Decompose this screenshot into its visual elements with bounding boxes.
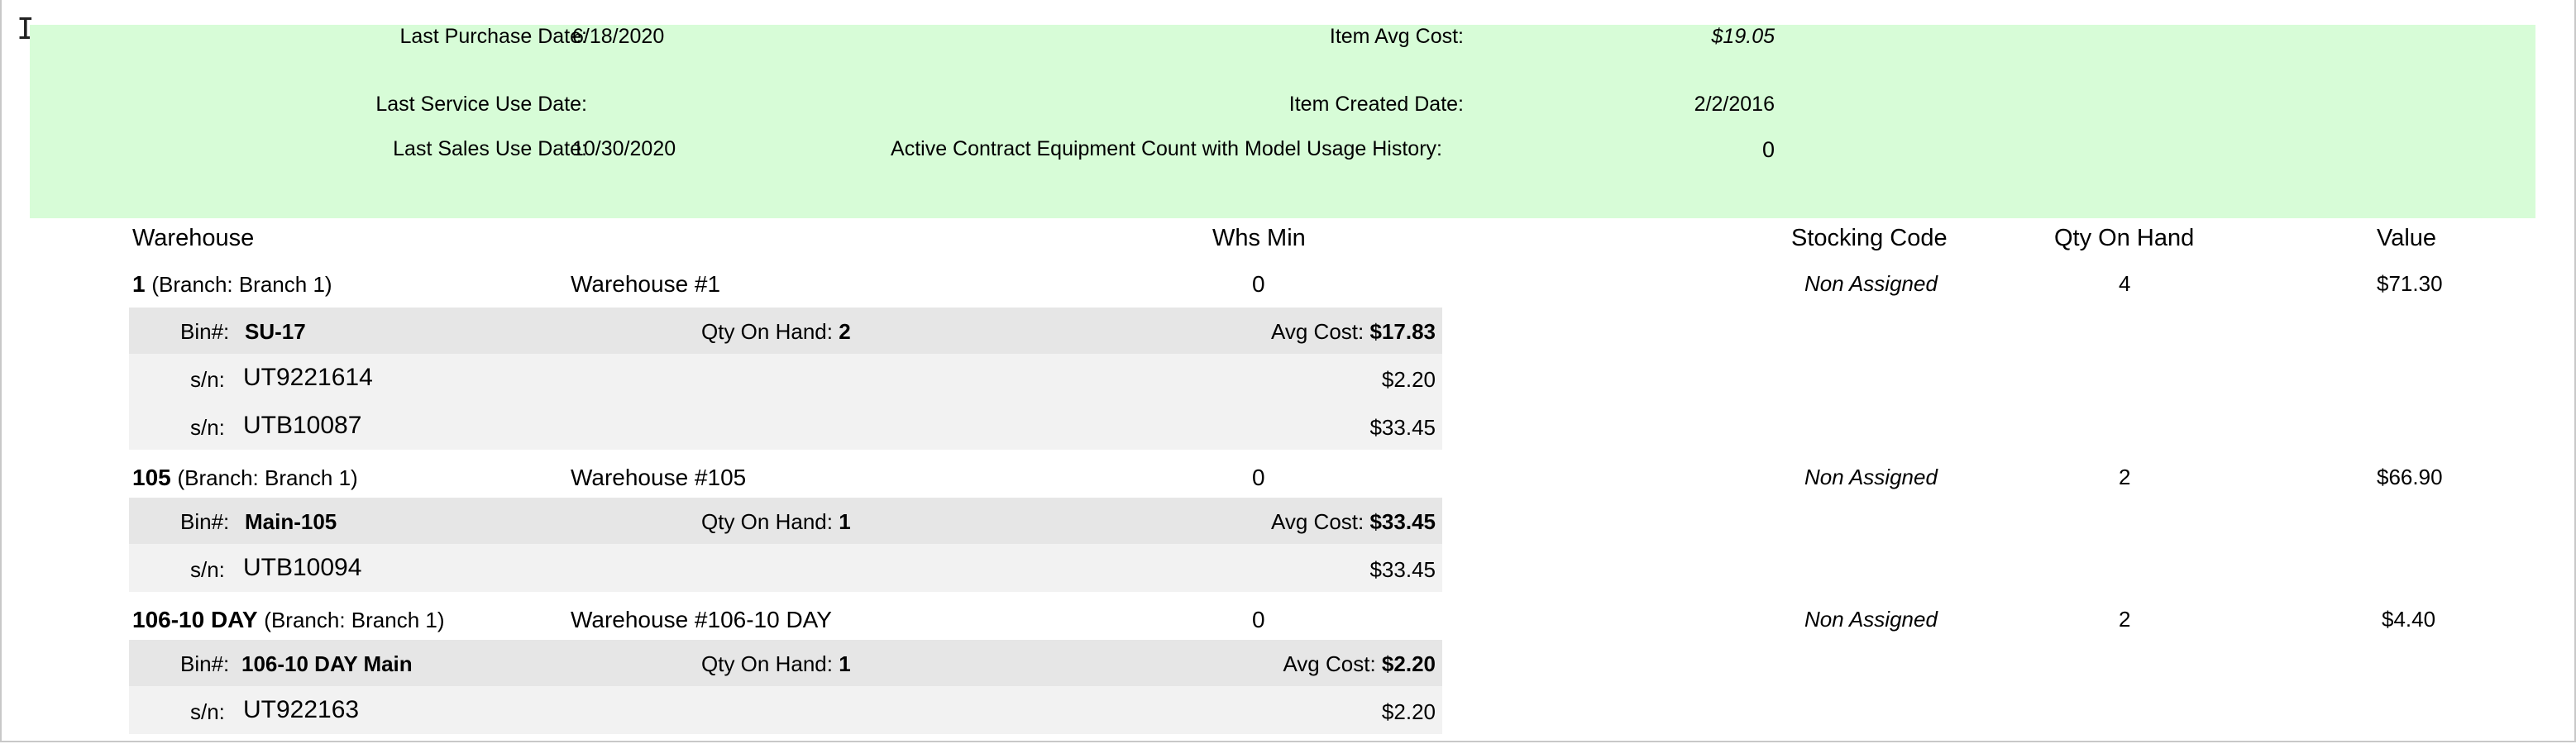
item-created-date-label: Item Created Date: [1288,93,1464,116]
sn-label: s/n: [190,367,225,392]
qty-on-hand: 4 [2119,271,2131,296]
column-header-stocking-code: Stocking Code [1791,225,1948,251]
last-sales-use-date-label: Last Sales Use Date: [393,137,587,160]
sn-cost: $2.20 [1381,699,1436,724]
sn-cost: $33.45 [1369,415,1436,440]
warehouse-row: 106-10 DAY (Branch: Branch 1) Warehouse … [129,599,1442,640]
sn-label: s/n: [190,415,225,440]
warehouse-name: Warehouse #1 [571,271,721,297]
warehouse-code: 1 (Branch: Branch 1) [132,271,332,297]
last-sales-use-date-value: 10/30/2020 [572,137,676,160]
serial-row: s/n: UT922163 $2.20 [129,686,1442,734]
column-header-qty-on-hand: Qty On Hand [2054,225,2195,251]
bin-value: Main-105 [245,509,337,534]
bin-qty: Qty On Hand: 2 [701,319,851,344]
serial-row: s/n: UT9221614 $2.20 [129,354,1442,402]
item-avg-cost-value: $19.05 [1711,25,1775,48]
bin-avg-cost: Avg Cost: $2.20 [1283,651,1436,676]
item-summary-panel: Last Purchase Date: 6/18/2020 Last Servi… [30,25,2535,218]
bin-qty: Qty On Hand: 1 [701,509,851,534]
bin-row: Bin#: SU-17 Qty On Hand: 2 Avg Cost: $17… [129,308,1442,354]
column-header-whs-min: Whs Min [1212,225,1306,251]
qty-on-hand: 2 [2119,465,2131,489]
warehouse-code: 106-10 DAY (Branch: Branch 1) [132,607,445,632]
sn-label: s/n: [190,557,225,582]
sn-label: s/n: [190,699,225,724]
warehouse-code: 105 (Branch: Branch 1) [132,465,358,490]
last-purchase-date-label: Last Purchase Date: [399,25,587,48]
warehouse-name: Warehouse #105 [571,465,747,490]
last-purchase-date-value: 6/18/2020 [572,25,665,48]
warehouse-row: 105 (Branch: Branch 1) Warehouse #105 0 [129,456,1442,498]
bin-avg-cost: Avg Cost: $17.83 [1270,319,1436,344]
sn-value: UTB10087 [243,412,362,439]
serial-row: s/n: UTB10094 $33.45 [129,544,1442,592]
sn-cost: $33.45 [1369,557,1436,582]
sn-value: UT922163 [243,696,360,723]
bin-label: Bin#: [180,651,230,676]
warehouse-row: 1 (Branch: Branch 1) Warehouse #1 0 [129,263,1442,304]
qty-on-hand: 2 [2119,607,2131,632]
column-header-value: Value [2377,225,2437,251]
bin-qty: Qty On Hand: 1 [701,651,851,676]
sn-value: UT9221614 [243,364,373,391]
bin-value: SU-17 [245,319,306,344]
bin-label: Bin#: [180,319,230,344]
stocking-code: Non Assigned [1804,465,1938,489]
bin-avg-cost: Avg Cost: $33.45 [1270,509,1436,534]
bin-value: 106-10 DAY Main [241,651,413,676]
serial-row: s/n: UTB10087 $33.45 [129,402,1442,450]
warehouse-value: $66.90 [2377,465,2443,489]
sn-value: UTB10094 [243,554,362,581]
warehouse-min: 0 [1252,607,1265,632]
stocking-code: Non Assigned [1804,271,1938,296]
last-service-use-date-label: Last Service Use Date: [375,93,587,116]
item-created-date-value: 2/2/2016 [1694,93,1775,116]
sn-cost: $2.20 [1381,367,1436,392]
warehouse-min: 0 [1252,271,1265,297]
warehouse-name: Warehouse #106-10 DAY [571,607,832,632]
bin-row: Bin#: 106-10 DAY Main Qty On Hand: 1 Avg… [129,640,1442,686]
stocking-code: Non Assigned [1804,607,1938,632]
bin-row: Bin#: Main-105 Qty On Hand: 1 Avg Cost: … [129,498,1442,544]
warehouse-min: 0 [1252,465,1265,490]
active-contract-count-label: Active Contract Equipment Count with Mod… [891,137,1442,160]
bin-label: Bin#: [180,509,230,534]
active-contract-count-value: 0 [1761,137,1775,162]
item-avg-cost-label: Item Avg Cost: [1329,25,1464,48]
warehouse-value: $4.40 [2382,607,2436,632]
warehouse-value: $71.30 [2377,271,2443,296]
column-header-warehouse: Warehouse [132,225,255,251]
